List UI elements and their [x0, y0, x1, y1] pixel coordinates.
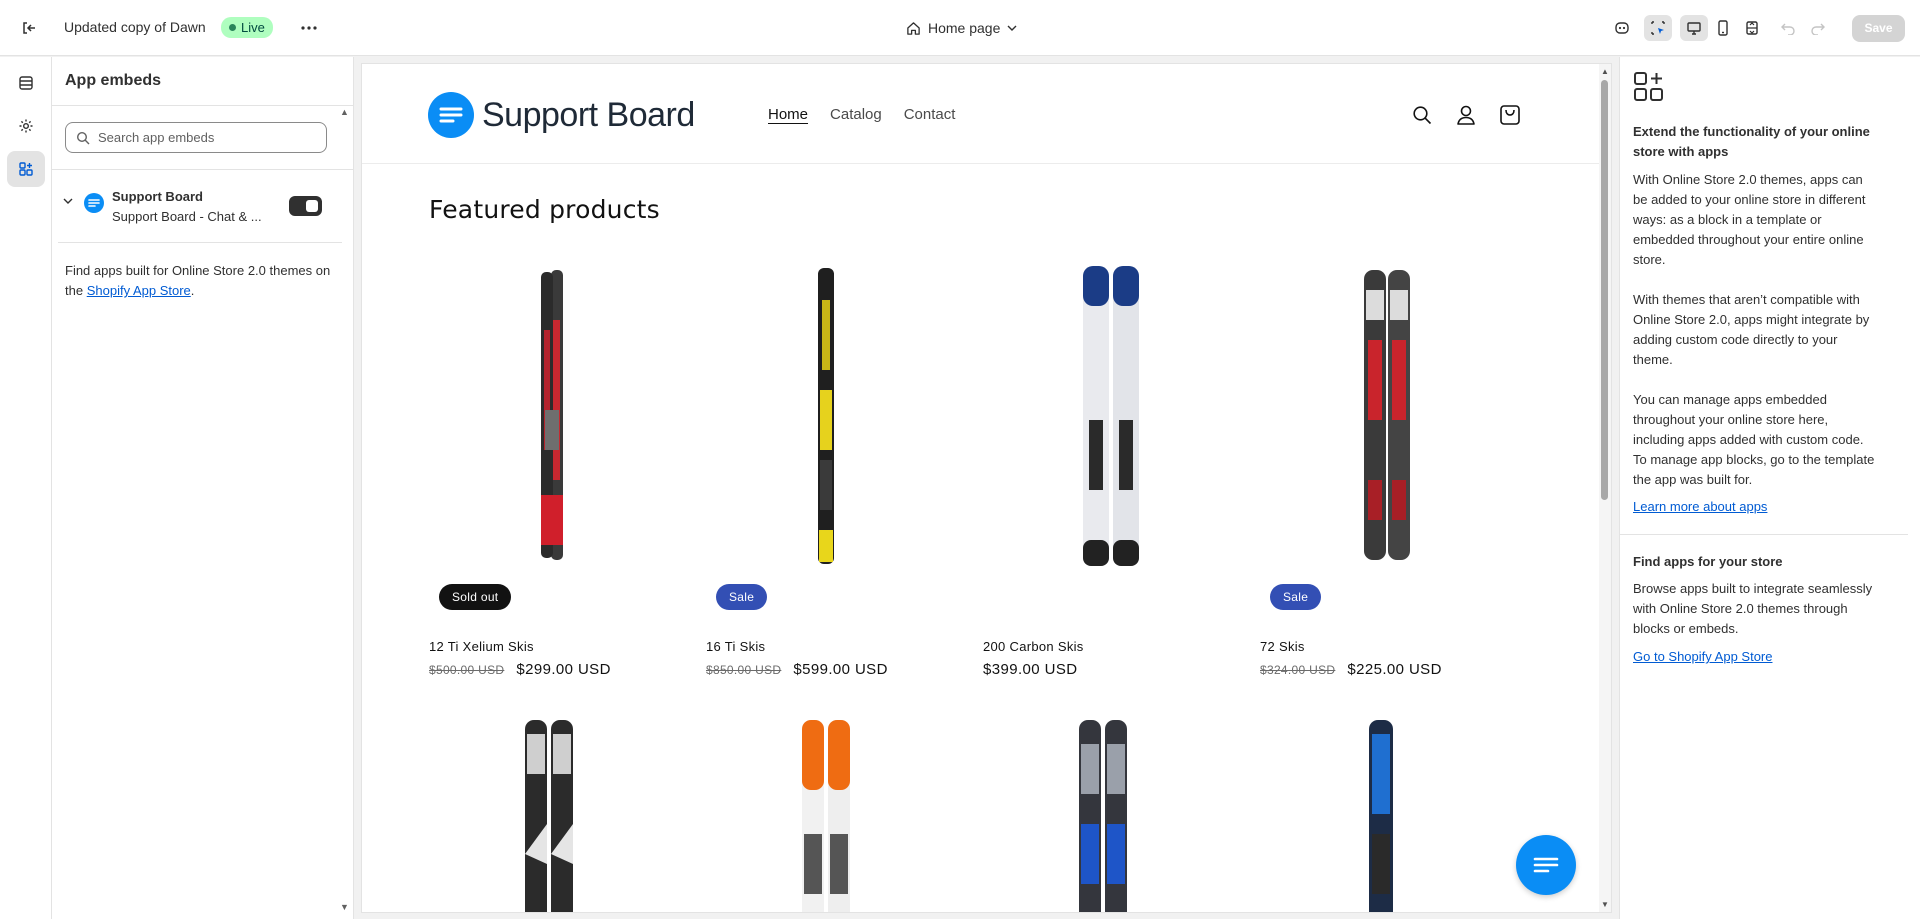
app-embed-toggle[interactable]	[289, 196, 322, 216]
support-board-logo-icon	[84, 193, 104, 213]
apps-icon	[1633, 71, 1665, 106]
scroll-down-arrow-icon[interactable]: ▼	[1601, 900, 1609, 909]
product-image[interactable]: Sale	[706, 260, 946, 620]
product-image[interactable]	[706, 714, 946, 912]
product-image[interactable]: Sold out	[429, 260, 669, 620]
scroll-up-arrow-icon[interactable]: ▲	[1601, 67, 1609, 76]
product-card[interactable]: Sold out 12 Ti Xelium Skis $500.00 USD $…	[429, 260, 669, 678]
panel-paragraph: With themes that aren’t compatible with …	[1633, 292, 1870, 367]
product-price: $399.00 USD	[983, 661, 1077, 678]
product-card[interactable]: Sale 72 Skis $324.00 USD $225.00 USD	[1260, 260, 1500, 678]
product-image[interactable]	[983, 260, 1223, 620]
logo-text: Support Board	[482, 95, 695, 134]
price: $399.00 USD	[983, 661, 1078, 678]
desktop-view-icon[interactable]	[1680, 15, 1708, 41]
search-icon	[76, 131, 90, 144]
scroll-down-arrow-icon[interactable]: ▼	[340, 902, 349, 912]
nav-contact[interactable]: Contact	[904, 106, 956, 123]
featured-products-title: Featured products	[429, 195, 660, 224]
product-image[interactable]: Sale	[1260, 260, 1500, 620]
product-card[interactable]: 200 Carbon Skis $399.00 USD	[983, 260, 1223, 678]
app-embed-name: Support Board	[112, 189, 203, 204]
home-icon	[907, 21, 920, 35]
panel-subheading: Find apps for your store	[1633, 554, 1783, 569]
store-logo[interactable]: Support Board	[428, 92, 695, 138]
panel-title: App embeds	[65, 72, 162, 89]
search-icon[interactable]	[1409, 102, 1435, 128]
product-price: $324.00 USD $225.00 USD	[1260, 661, 1442, 678]
store-nav: Home Catalog Contact	[768, 106, 955, 123]
product-image[interactable]	[1260, 714, 1500, 912]
panel-heading: Extend the functionality of your online …	[1633, 124, 1870, 159]
divider	[52, 169, 354, 170]
full-screen-icon[interactable]	[1738, 15, 1766, 41]
product-image[interactable]	[429, 714, 669, 912]
sale-price: $299.00 USD	[516, 661, 611, 678]
sale-badge: Sale	[716, 584, 768, 610]
logo-chat-icon	[428, 92, 474, 138]
panel-paragraph: You can manage apps embedded throughout …	[1633, 392, 1875, 487]
product-name[interactable]: 200 Carbon Skis	[983, 639, 1084, 654]
sale-badge: Sale	[1270, 584, 1322, 610]
help-text-end: .	[190, 283, 195, 298]
divider	[58, 242, 342, 243]
page-selector-label: Home page	[928, 20, 1001, 36]
theme-name: Updated copy of Dawn	[64, 19, 206, 35]
app-embed-item[interactable]: Support Board Support Board - Chat & ...	[52, 177, 348, 235]
apps-info-panel: Extend the functionality of your online …	[1619, 57, 1920, 919]
theme-settings-icon[interactable]	[7, 108, 45, 144]
compare-at-price: $500.00 USD	[429, 663, 505, 677]
editor-topbar: Updated copy of Dawn Live Home page Save	[0, 0, 1920, 56]
sections-icon[interactable]	[7, 65, 45, 101]
page-selector[interactable]: Home page	[906, 15, 1017, 41]
divider	[1620, 534, 1908, 535]
more-actions-icon[interactable]	[296, 15, 322, 41]
compare-at-price: $324.00 USD	[1260, 663, 1336, 677]
panel-paragraph: Browse apps built to integrate seamlessl…	[1633, 581, 1873, 636]
app-embeds-panel: App embeds ▲ Support Board Support Board…	[52, 57, 354, 919]
product-name[interactable]: 12 Ti Xelium Skis	[429, 639, 534, 654]
product-name[interactable]: 72 Skis	[1260, 639, 1305, 654]
go-to-app-store-link[interactable]: Go to Shopify App Store	[1633, 649, 1772, 664]
live-status-badge: Live	[221, 17, 273, 38]
sale-price: $599.00 USD	[793, 661, 888, 678]
chat-launcher-button[interactable]	[1516, 835, 1576, 895]
learn-more-apps-link[interactable]: Learn more about apps	[1633, 499, 1767, 514]
nav-catalog[interactable]: Catalog	[830, 106, 882, 123]
product-price: $850.00 USD $599.00 USD	[706, 661, 888, 678]
chevron-down-icon	[1007, 25, 1017, 31]
sidekick-icon[interactable]	[1608, 15, 1636, 41]
search-input[interactable]	[98, 130, 308, 145]
search-app-embeds[interactable]	[65, 122, 327, 153]
undo-icon[interactable]	[1774, 15, 1802, 41]
scroll-up-arrow-icon[interactable]: ▲	[340, 107, 349, 117]
scrollbar-thumb[interactable]	[1601, 80, 1608, 500]
save-button[interactable]: Save	[1852, 15, 1905, 42]
product-card[interactable]: Sale 16 Ti Skis $850.00 USD $599.00 USD	[706, 260, 946, 678]
exit-icon[interactable]	[16, 15, 42, 41]
nav-home[interactable]: Home	[768, 106, 808, 123]
sale-price: $225.00 USD	[1347, 661, 1442, 678]
panel-paragraph: With Online Store 2.0 themes, apps can b…	[1633, 172, 1866, 267]
shopify-app-store-link[interactable]: Shopify App Store	[87, 283, 191, 298]
editor-rail	[0, 57, 52, 919]
product-price: $500.00 USD $299.00 USD	[429, 661, 611, 678]
sold-out-badge: Sold out	[439, 584, 512, 610]
find-apps-help: Find apps built for Online Store 2.0 the…	[65, 261, 340, 301]
app-embeds-icon[interactable]	[7, 151, 45, 187]
chevron-down-icon[interactable]	[62, 195, 74, 207]
account-icon[interactable]	[1453, 102, 1479, 128]
store-header: Support Board Home Catalog Contact	[362, 64, 1599, 164]
product-name[interactable]: 16 Ti Skis	[706, 639, 765, 654]
divider	[52, 105, 354, 106]
preview-scrollbar[interactable]: ▲ ▼	[1599, 64, 1611, 912]
inspector-icon[interactable]	[1644, 15, 1672, 41]
store-preview: Support Board Home Catalog Contact Featu…	[362, 64, 1611, 912]
cart-icon[interactable]	[1497, 102, 1523, 128]
compare-at-price: $850.00 USD	[706, 663, 782, 677]
redo-icon[interactable]	[1804, 15, 1832, 41]
product-image[interactable]	[983, 714, 1223, 912]
mobile-view-icon[interactable]	[1709, 15, 1737, 41]
app-embed-subtitle: Support Board - Chat & ...	[112, 209, 262, 224]
